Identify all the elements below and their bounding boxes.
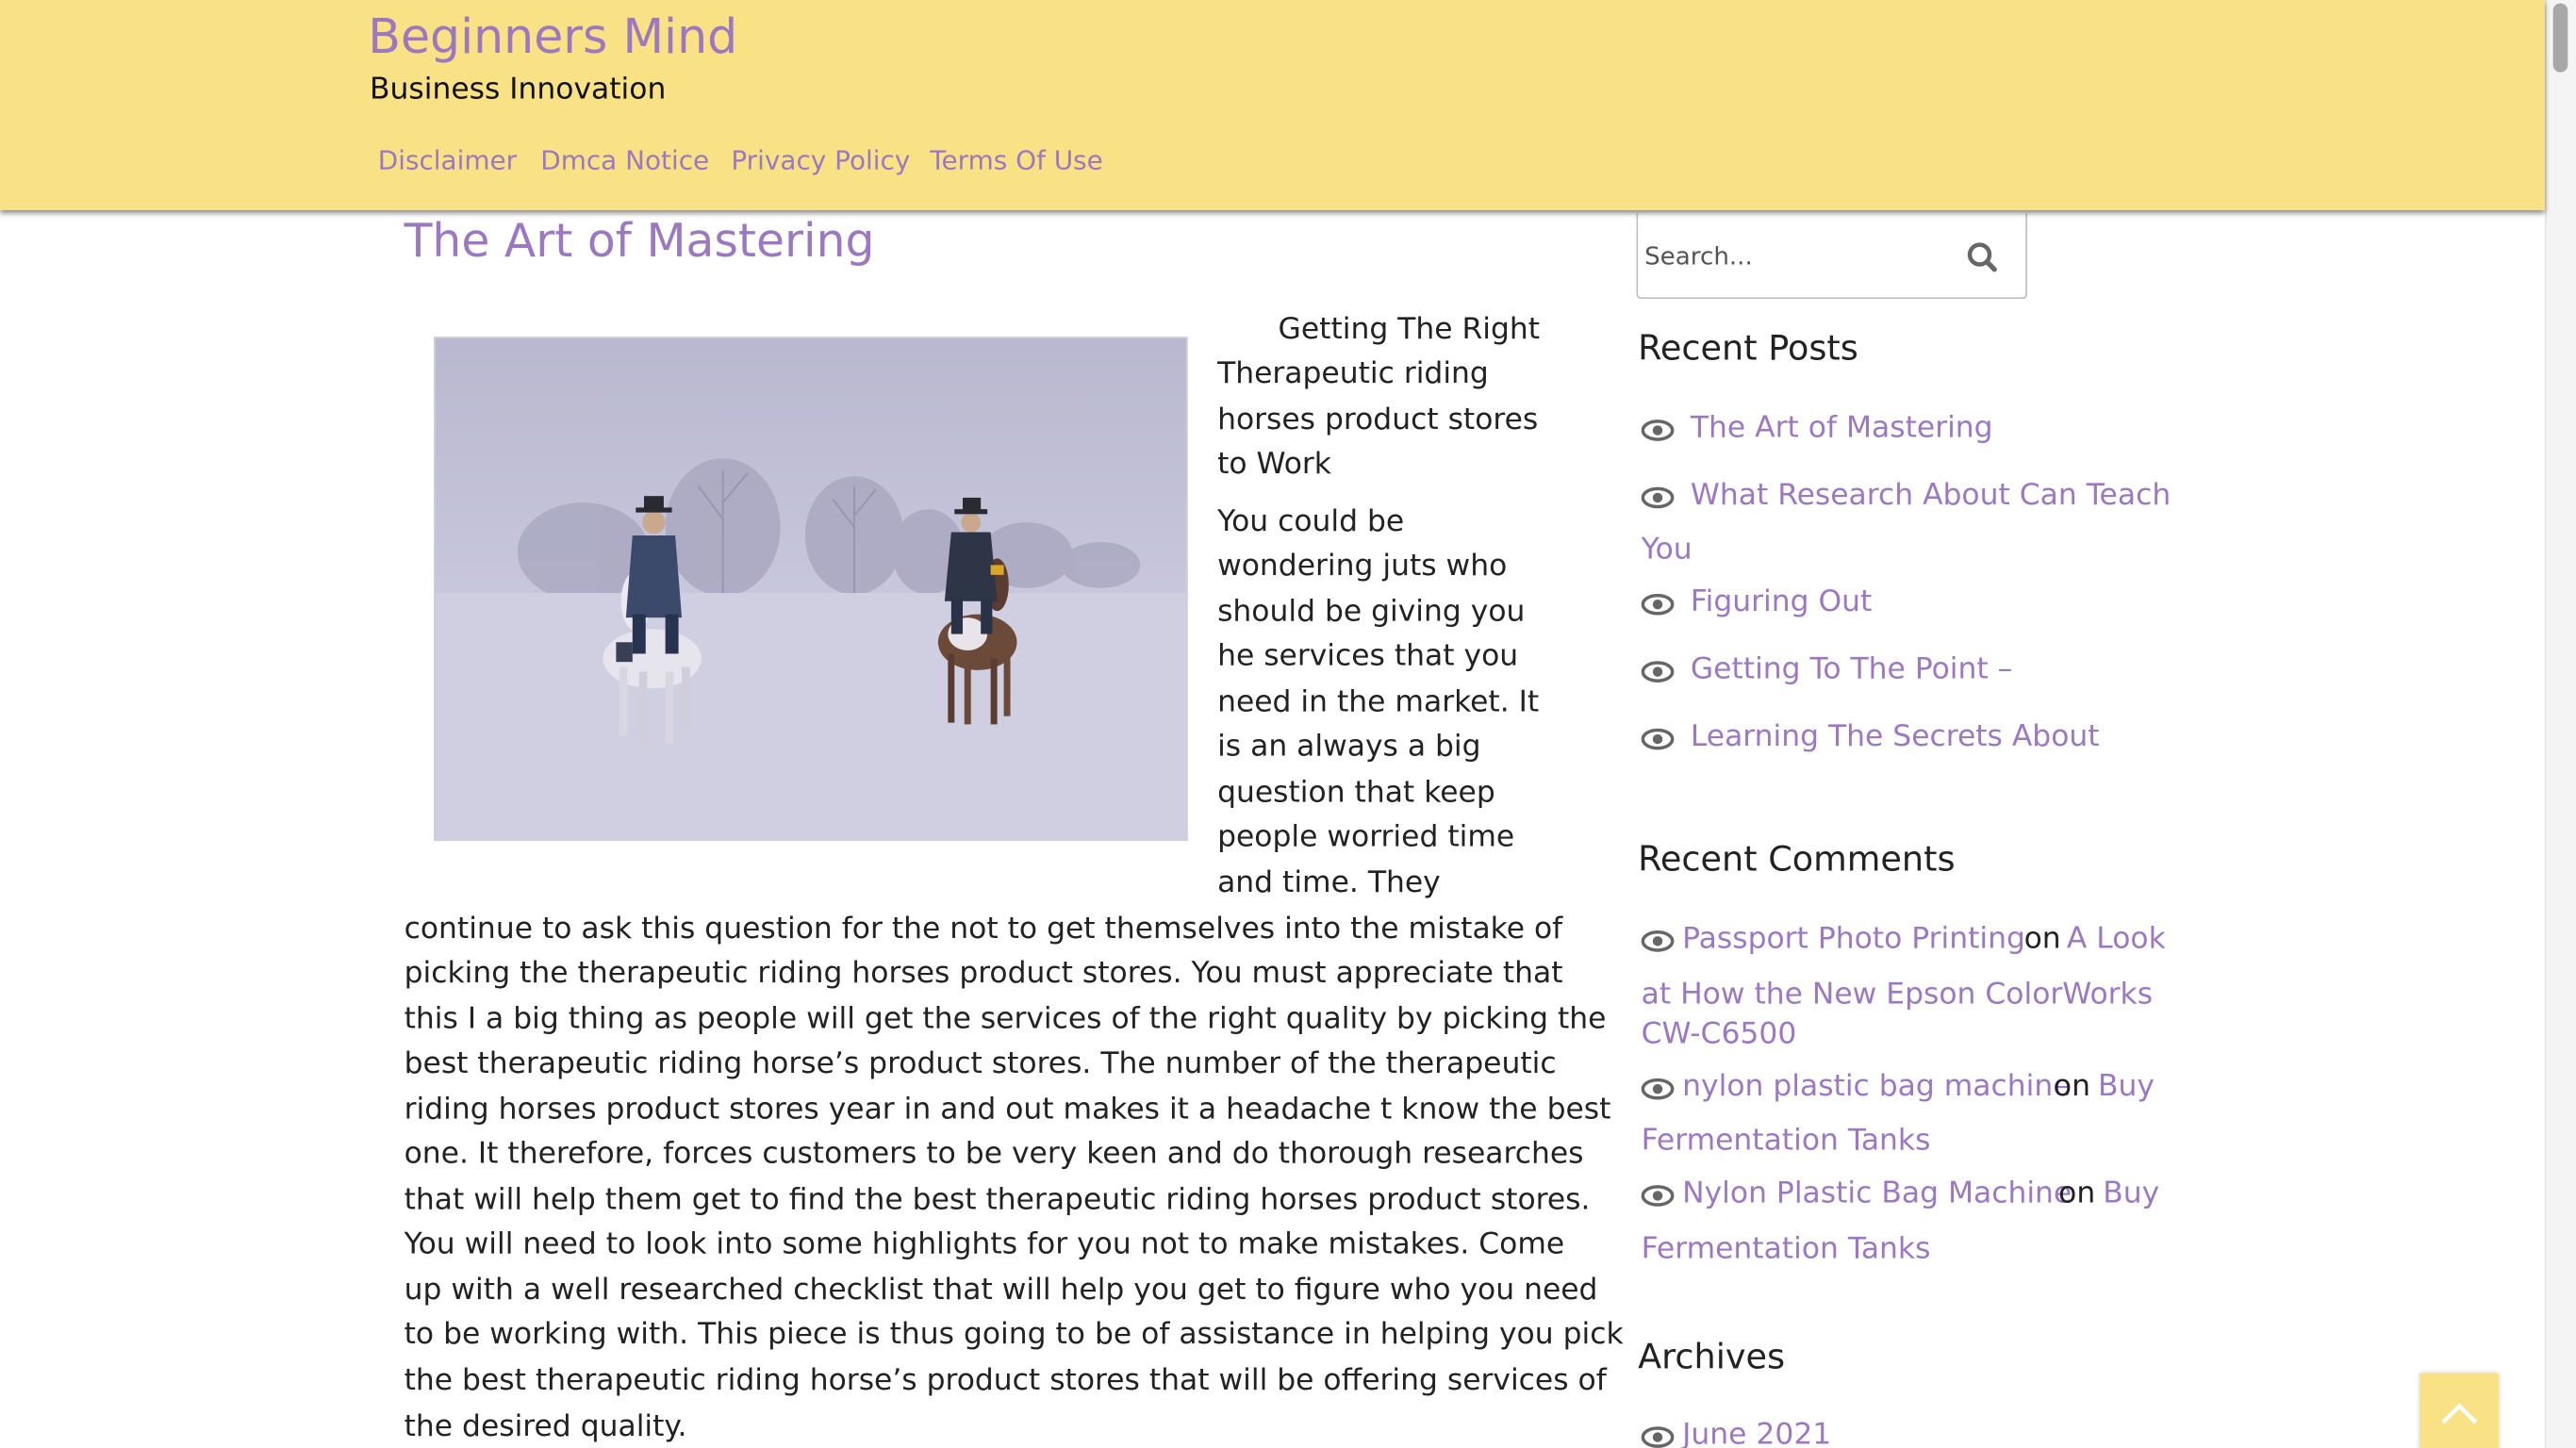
comment-on-text: on [2023, 921, 2061, 957]
eye-icon [1641, 593, 1675, 616]
eye-icon [1641, 420, 1675, 441]
post-text-line: people worried time [1217, 819, 1515, 855]
eye-icon [1641, 1185, 1675, 1207]
comment-on-text: on [2058, 1176, 2096, 1211]
post-text-line: need in the market. It [1217, 684, 1540, 720]
post-text-line: that will help them get to find the best… [404, 1182, 1591, 1218]
recent-post-link[interactable]: What Research About Can Teach [1691, 478, 2171, 513]
comment-on-text: on [2053, 1069, 2091, 1104]
nav-dmca-notice[interactable]: Dmca Notice [540, 144, 709, 175]
post-text-line: wondering juts who [1217, 548, 1508, 584]
archive-link[interactable]: June 2021 [1682, 1418, 1831, 1448]
chevron-up-icon [2441, 1403, 2478, 1424]
nav-privacy-policy[interactable]: Privacy Policy [731, 144, 910, 175]
eye-icon [1641, 1078, 1675, 1100]
scrollbar-track[interactable] [2544, 0, 2576, 1448]
site-title[interactable]: Beginners Mind [368, 8, 737, 64]
post-text-line: up with a well researched checklist that… [404, 1273, 1598, 1308]
site-description: Business Innovation [370, 72, 667, 107]
comment-post-link[interactable]: Buy [2103, 1176, 2159, 1211]
post-text-line: the desired quality. [404, 1408, 687, 1444]
search-input[interactable] [1644, 236, 1924, 276]
post-text-line: the best therapeutic riding horse’s prod… [404, 1363, 1607, 1398]
scrollbar-thumb[interactable] [2552, 3, 2568, 73]
recent-post-link[interactable]: Learning The Secrets About [1691, 719, 2100, 754]
recent-post-link[interactable]: You [1642, 533, 1693, 568]
post-text-line: and time. They [1217, 865, 1441, 900]
post-text-line: continue to ask this question for the no… [404, 912, 1563, 946]
comment-author-link[interactable]: Passport Photo Printing [1682, 921, 2025, 956]
recent-comments-title: Recent Comments [1638, 839, 1956, 880]
post-text-line: one. It therefore, forces customers to b… [404, 1136, 1584, 1172]
comment-post-link[interactable]: CW-C6500 [1642, 1017, 1797, 1052]
post-text-line: best therapeutic riding horse’s product … [404, 1045, 1557, 1081]
comment-post-link[interactable]: Fermentation Tanks [1642, 1124, 1931, 1159]
post-text-line: riding horses product stores year in and… [404, 1092, 1611, 1127]
eye-icon [1641, 661, 1675, 683]
eye-icon [1641, 486, 1675, 509]
post-text-line: is an always a big [1217, 729, 1481, 765]
eye-icon [1641, 930, 1675, 952]
post-text-line: to Work [1217, 446, 1331, 482]
horse-riders-snow-photo [435, 337, 1186, 840]
nav-disclaimer[interactable]: Disclaimer [378, 144, 517, 175]
post-text-line: Getting The Right [1278, 312, 1541, 347]
eye-icon [1641, 1426, 1675, 1448]
post-text-line: should be giving you [1217, 594, 1526, 630]
back-to-top-button[interactable] [2419, 1373, 2500, 1448]
post-text-line: question that keep [1217, 775, 1495, 810]
recent-post-link[interactable]: Getting To The Point – [1691, 652, 2012, 687]
comment-post-link[interactable]: Fermentation Tanks [1642, 1232, 1931, 1267]
search-button[interactable] [1961, 237, 2004, 279]
archives-title: Archives [1638, 1337, 1786, 1377]
post-text-line: Therapeutic riding [1217, 356, 1489, 391]
comment-author-link[interactable]: nylon plastic bag machine [1682, 1069, 2071, 1104]
post-title[interactable]: The Art of Mastering [405, 214, 875, 268]
post-text-line: You could be [1217, 503, 1405, 539]
post-image [433, 337, 1188, 842]
post-text-line: picking the therapeutic riding horses pr… [404, 956, 1563, 991]
nav-terms-of-use[interactable]: Terms Of Use [930, 144, 1103, 175]
comment-post-link[interactable]: Buy [2098, 1069, 2155, 1104]
post-text-line: You will need to look into some highligh… [404, 1226, 1565, 1262]
post-text-line: horses product stores [1217, 402, 1539, 437]
recent-post-link[interactable]: Figuring Out [1691, 584, 1873, 619]
comment-post-link[interactable]: A Look [2067, 921, 2166, 956]
post-text-line: he services that you [1217, 638, 1519, 674]
recent-posts-title: Recent Posts [1638, 328, 1858, 369]
comment-author-link[interactable]: Nylon Plastic Bag Machine [1682, 1176, 2072, 1211]
post-text-line: this I a big thing as people will get th… [404, 1001, 1607, 1037]
search-icon [1967, 242, 1997, 272]
eye-icon [1641, 728, 1675, 750]
site-header: Beginners Mind Business Innovation Discl… [0, 0, 2545, 211]
page-viewport: Beginners Mind Business Innovation Discl… [0, 0, 2576, 1448]
recent-post-link[interactable]: The Art of Mastering [1691, 411, 1993, 446]
post-text-line: to be working with. This piece is thus g… [404, 1317, 1624, 1352]
comment-post-link[interactable]: at How the New Epson ColorWorks [1642, 978, 2153, 1012]
